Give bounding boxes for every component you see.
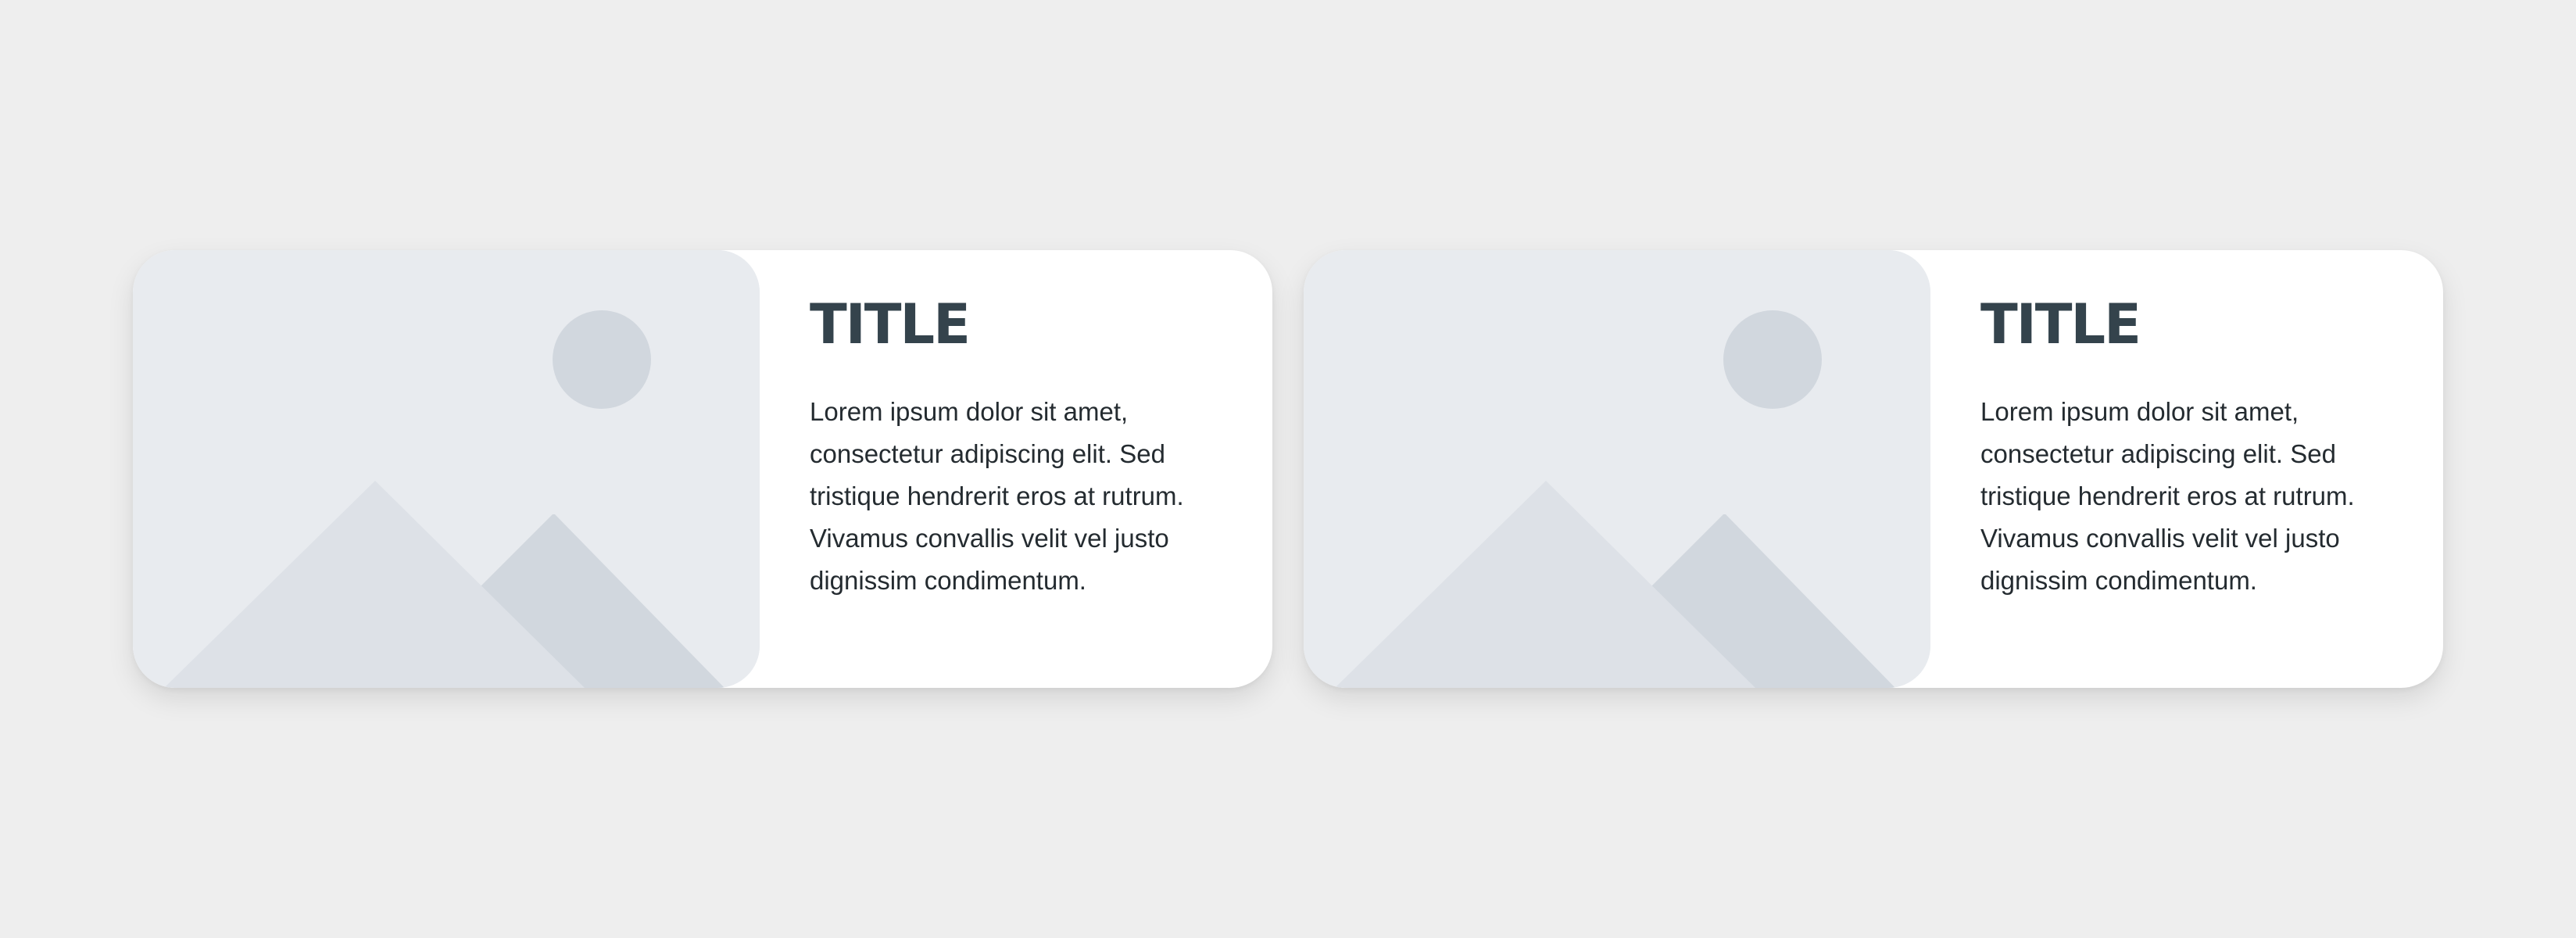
- card-content: TITLE Lorem ipsum dolor sit amet, consec…: [810, 297, 1247, 602]
- card-title: TITLE: [1980, 292, 2141, 356]
- card: TITLE Lorem ipsum dolor sit amet, consec…: [133, 250, 1272, 688]
- card-title: TITLE: [810, 292, 971, 356]
- image-placeholder-icon: [133, 250, 760, 688]
- image-placeholder-graphic: [1304, 250, 1930, 688]
- image-placeholder-graphic: [133, 250, 760, 688]
- image-placeholder-icon: [1304, 250, 1930, 688]
- sun-icon: [553, 310, 651, 409]
- card-body: Lorem ipsum dolor sit amet, consectetur …: [810, 397, 1184, 595]
- card-content: TITLE Lorem ipsum dolor sit amet, consec…: [1980, 297, 2418, 602]
- card: TITLE Lorem ipsum dolor sit amet, consec…: [1304, 250, 2443, 688]
- sun-icon: [1723, 310, 1822, 409]
- card-body: Lorem ipsum dolor sit amet, consectetur …: [1980, 397, 2355, 595]
- page: TITLE Lorem ipsum dolor sit amet, consec…: [0, 0, 2576, 938]
